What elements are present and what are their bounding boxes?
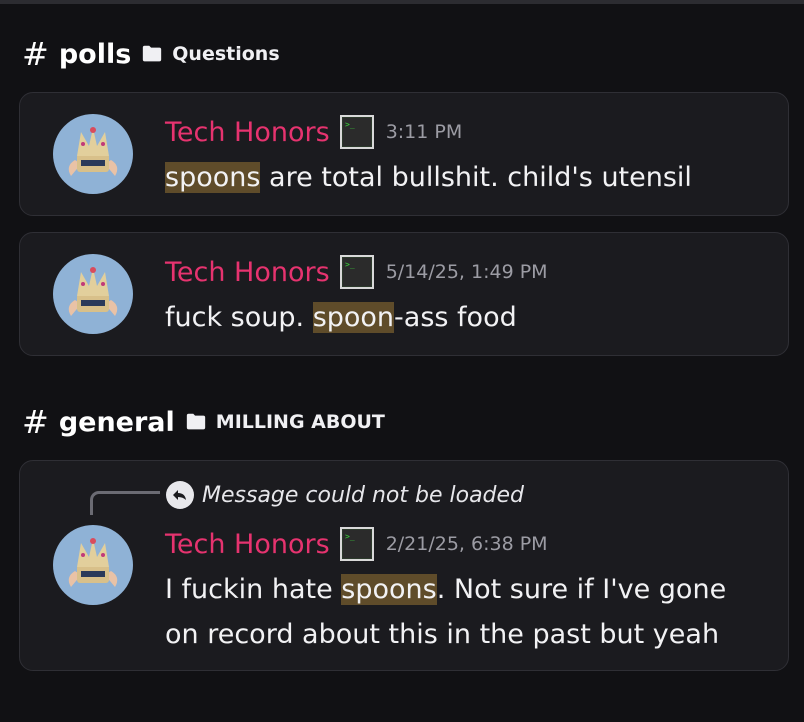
hash-icon: # [22, 403, 49, 441]
message-line: on record about this in the past but yea… [165, 619, 720, 650]
message-line: I fuckin hate spoons. Not sure if I've g… [165, 567, 765, 612]
category-name: MILLING ABOUT [215, 411, 385, 433]
svg-text:>_: >_ [345, 260, 355, 269]
terminal-app-icon: >_ [339, 527, 374, 561]
message-text-part: fuck soup. [165, 302, 313, 333]
timestamp[interactable]: 2/21/25, 6:38 PM [386, 533, 548, 555]
terminal-app-icon: >_ [339, 255, 374, 289]
folder-icon [143, 45, 162, 62]
timestamp[interactable]: 3:11 PM [386, 121, 463, 143]
folder-icon [186, 413, 205, 430]
message-content: I fuckin hate spoons. Not sure if I've g… [165, 567, 765, 657]
reply-text: Message could not be loaded [202, 482, 525, 508]
author-name[interactable]: Tech Honors [165, 529, 330, 560]
message-text-part: -ass food [394, 302, 517, 333]
terminal-app-icon: >_ [339, 115, 374, 149]
crown-avatar-image [53, 254, 133, 334]
message-text-part: I fuckin hate [165, 574, 342, 605]
channel-name[interactable]: general [59, 407, 175, 438]
message-content: fuck soup. spoon-ass food [165, 295, 765, 340]
search-result-message[interactable]: Tech Honors >_ 3:11 PM spoons are total … [19, 92, 789, 216]
search-result-message[interactable]: Message could not be loaded Tech Honors … [19, 460, 789, 671]
crown-avatar-image [53, 114, 133, 194]
message-text-part: are total bullshit. child's utensil [260, 162, 692, 193]
crown-avatar-image [53, 525, 133, 605]
timestamp[interactable]: 5/14/25, 1:49 PM [386, 261, 548, 283]
avatar[interactable] [53, 525, 133, 605]
reply-arrow-icon [166, 481, 194, 509]
reply-reference[interactable]: Message could not be loaded [166, 481, 524, 509]
avatar[interactable] [53, 254, 133, 334]
reply-connector [90, 491, 160, 515]
search-result-message[interactable]: Tech Honors >_ 5/14/25, 1:49 PM fuck sou… [19, 232, 789, 356]
svg-text:>_: >_ [345, 120, 355, 129]
message-content: spoons are total bullshit. child's utens… [165, 155, 765, 200]
channel-name[interactable]: polls [59, 39, 131, 70]
search-highlight: spoon [312, 302, 395, 333]
search-highlight: spoons [165, 162, 261, 193]
svg-text:>_: >_ [345, 532, 355, 541]
search-highlight: spoons [341, 574, 437, 605]
author-name[interactable]: Tech Honors [165, 257, 330, 288]
top-divider [0, 0, 804, 4]
author-name[interactable]: Tech Honors [165, 117, 330, 148]
channel-header-general[interactable]: # general MILLING ABOUT [22, 406, 385, 438]
category-name: Questions [172, 43, 280, 65]
avatar[interactable] [53, 114, 133, 194]
hash-icon: # [22, 35, 49, 73]
message-text-part: . Not sure if I've gone [436, 574, 727, 605]
channel-header-polls[interactable]: # polls Questions [22, 38, 280, 70]
